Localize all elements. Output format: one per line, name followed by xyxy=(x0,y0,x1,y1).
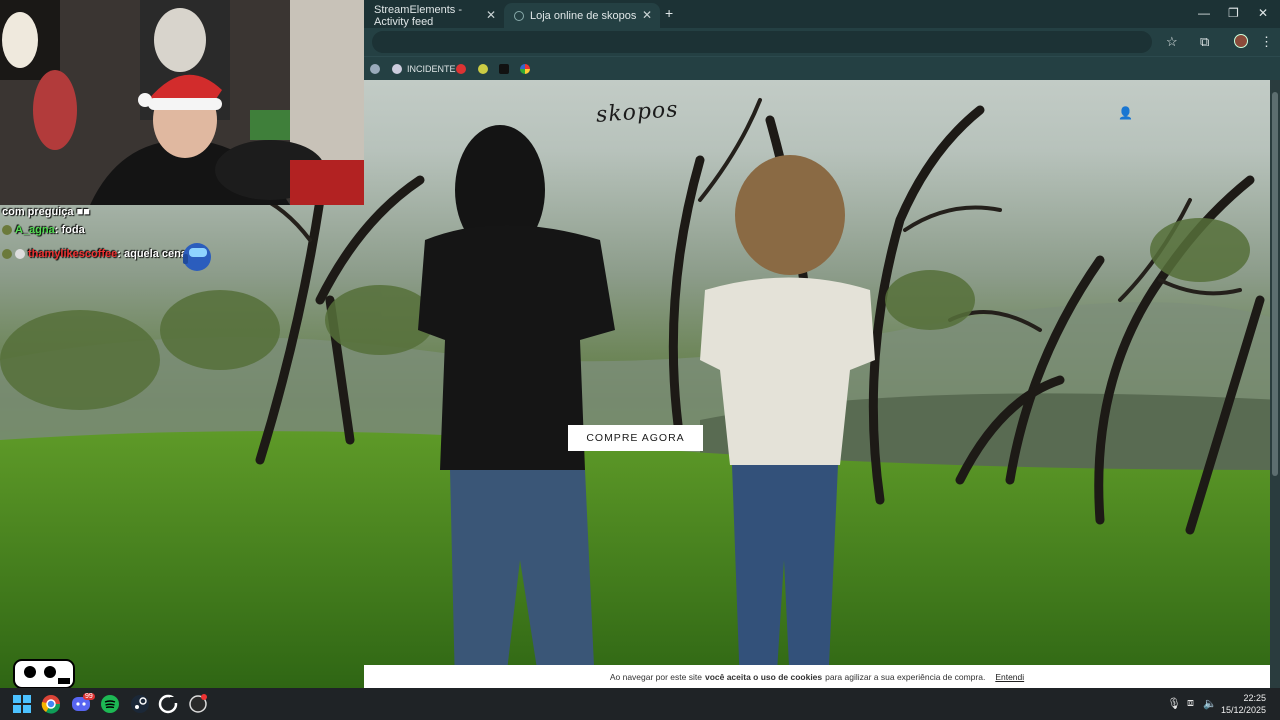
chat-username: thamylikescoffee xyxy=(28,248,118,260)
tab-bar: StreamElements - Activity feed ✕ Loja on… xyxy=(364,0,1280,28)
minimize-icon[interactable]: — xyxy=(1198,6,1210,20)
clock-time: 22:25 xyxy=(1243,693,1266,703)
cookie-text: para agilizar a sua experiência de compr… xyxy=(825,671,986,682)
chat-line: com preguiça ■■ xyxy=(2,204,90,220)
chat-username: A_agna xyxy=(15,224,55,236)
spotify-icon[interactable] xyxy=(100,694,120,714)
bookmark-yellow-icon[interactable] xyxy=(478,62,493,75)
webcam-feed xyxy=(0,0,364,205)
extensions-icon[interactable]: ⧉ xyxy=(1200,34,1209,50)
bookmark-terminal-icon[interactable] xyxy=(499,62,514,75)
bookmark-incidente[interactable]: INCIDENTE xyxy=(392,62,456,75)
mic-icon[interactable]: 🎙 xyxy=(1167,697,1181,710)
scrollbar-thumb[interactable] xyxy=(1272,92,1278,476)
chat-line: A_agna : foda xyxy=(2,222,85,238)
chat-line: thamylikescoffee : aquela cena xyxy=(2,246,187,262)
bookmark-red-icon[interactable] xyxy=(456,62,471,75)
user-icon[interactable]: 👤 xyxy=(1118,106,1133,120)
tab-streamelements[interactable]: StreamElements - Activity feed ✕ xyxy=(364,3,504,28)
chat-badge-icon xyxy=(15,249,25,259)
star-icon[interactable]: ☆ xyxy=(1166,34,1178,50)
chat-message: com preguiça ■■ xyxy=(2,206,90,218)
maximize-icon[interactable]: ❐ xyxy=(1228,6,1239,20)
profile-avatar[interactable] xyxy=(1234,34,1248,48)
close-icon[interactable]: ✕ xyxy=(486,8,496,22)
address-bar[interactable] xyxy=(372,31,1152,53)
bookmark-icon xyxy=(392,63,402,74)
steam-icon[interactable] xyxy=(130,694,150,714)
among-us-emote-icon xyxy=(183,243,211,271)
chrome-icon[interactable] xyxy=(41,694,61,714)
network-icon[interactable]: ⧈ xyxy=(1187,697,1194,710)
discord-badge: 99 xyxy=(83,693,95,700)
ccleaner-icon[interactable] xyxy=(158,694,178,714)
browser-toolbar: ☆ ⧉ ⋮ xyxy=(364,28,1280,56)
bookmark-label: INCIDENTE xyxy=(407,63,456,74)
buy-now-button[interactable]: COMPRE AGORA xyxy=(568,425,703,451)
chat-badge-icon xyxy=(2,225,12,235)
favicon-icon xyxy=(514,10,524,21)
tab-label: StreamElements - Activity feed xyxy=(374,3,463,28)
obs-icon[interactable] xyxy=(188,694,208,714)
chat-message: foda xyxy=(61,224,85,236)
menu-icon[interactable]: ⋮ xyxy=(1260,34,1273,50)
chat-message: aquela cena xyxy=(124,248,187,260)
cookie-text-bold: você aceita o uso de cookies xyxy=(704,671,823,682)
bookmark-wolf-icon[interactable] xyxy=(370,62,385,75)
taskbar: 99 🎙 ⧈ 🔈 22:25 15/12/2025 xyxy=(0,688,1280,720)
tab-skopos[interactable]: Loja online de skopos ✕ xyxy=(504,3,660,28)
cookie-accept-button[interactable]: Entendi xyxy=(995,672,1024,682)
tab-label: Loja online de skopos xyxy=(530,9,637,22)
close-window-icon[interactable]: ✕ xyxy=(1258,6,1268,20)
speaker-icon[interactable]: 🔈 xyxy=(1203,697,1217,710)
cookie-text: Ao navegar por este site xyxy=(609,671,702,682)
cookie-banner: Ao navegar por este site você aceita o u… xyxy=(364,665,1270,688)
bookmark-google-icon[interactable] xyxy=(520,62,535,75)
windows-start-icon[interactable] xyxy=(12,694,32,714)
skull-overlay-icon xyxy=(13,659,75,689)
bookmarks-bar: INCIDENTE xyxy=(364,56,1280,80)
page-scrollbar[interactable] xyxy=(1270,80,1280,688)
clock-date: 15/12/2025 xyxy=(1220,705,1266,715)
webcam-overlay xyxy=(0,0,364,205)
close-icon[interactable]: ✕ xyxy=(642,8,652,22)
new-tab-button[interactable]: + xyxy=(665,5,673,21)
system-clock[interactable]: 22:25 15/12/2025 xyxy=(1221,692,1266,716)
chat-badge-icon xyxy=(2,249,12,259)
